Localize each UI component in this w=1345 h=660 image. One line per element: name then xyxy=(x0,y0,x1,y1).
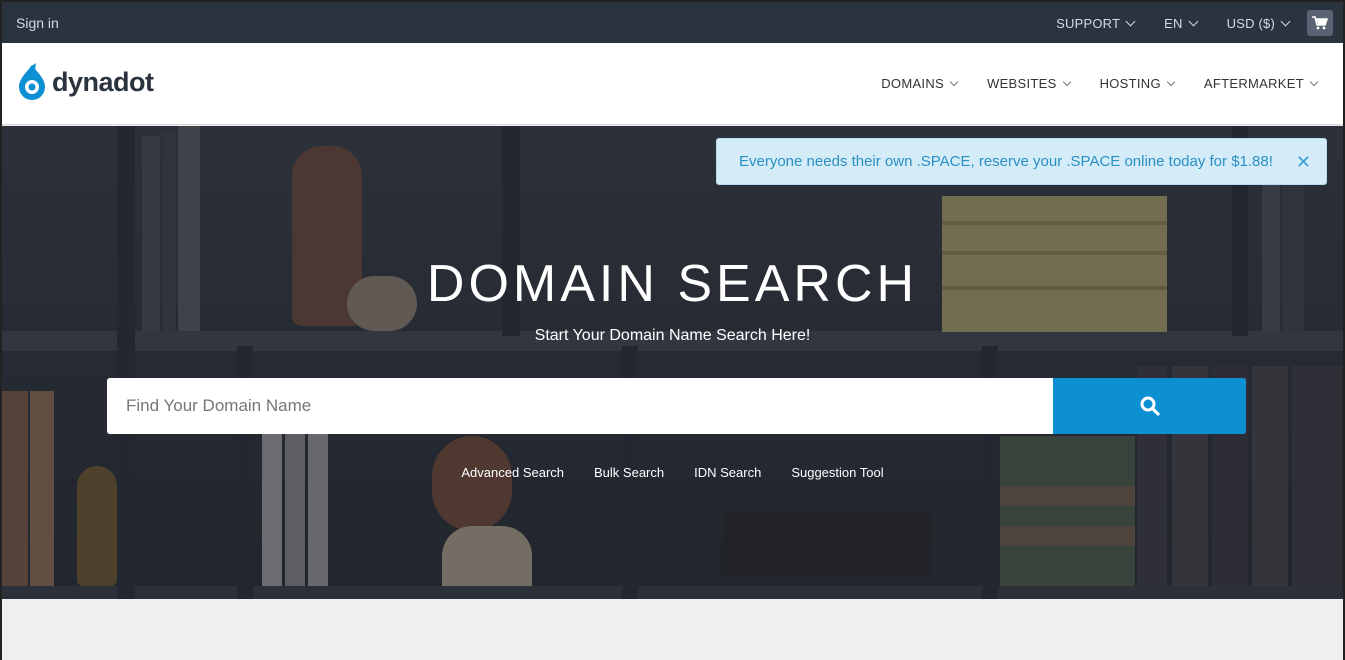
nav-item-label: DOMAINS xyxy=(881,76,944,91)
search-icon xyxy=(1140,396,1160,416)
nav-item-label: AFTERMARKET xyxy=(1203,76,1304,91)
hero-overlay xyxy=(2,126,1343,599)
currency-dropdown[interactable]: USD ($) xyxy=(1226,15,1291,31)
topbar-right-menu: SUPPORT EN USD ($) xyxy=(1026,10,1333,36)
nav-item-label: WEBSITES xyxy=(987,76,1057,91)
search-tools-links: Advanced Search Bulk Search IDN Search S… xyxy=(2,465,1343,480)
domain-search-bar xyxy=(107,378,1246,434)
hero-section: Everyone needs their own .SPACE, reserve… xyxy=(2,126,1343,599)
promo-alert-message: Everyone needs their own .SPACE, reserve… xyxy=(739,153,1273,170)
below-hero-area xyxy=(2,599,1343,660)
language-dropdown[interactable]: EN xyxy=(1164,15,1199,31)
brand-logo[interactable]: dynadot xyxy=(16,63,154,101)
nav-item-domains[interactable]: DOMAINS xyxy=(881,76,959,91)
nav-item-label: HOSTING xyxy=(1099,76,1161,91)
page: Sign in SUPPORT EN USD ($) dynadot DOMAI… xyxy=(0,0,1345,660)
idn-search-link[interactable]: IDN Search xyxy=(694,465,761,480)
close-icon[interactable]: ✕ xyxy=(1296,152,1311,173)
chevron-down-icon xyxy=(1188,16,1199,26)
sign-in-link[interactable]: Sign in xyxy=(16,15,59,31)
main-navbar: dynadot DOMAINS WEBSITES HOSTING AFTERMA… xyxy=(2,43,1343,125)
cart-button[interactable] xyxy=(1307,10,1333,36)
support-dropdown[interactable]: SUPPORT xyxy=(1056,15,1136,31)
chevron-down-icon xyxy=(949,77,959,86)
brand-name: dynadot xyxy=(52,66,154,97)
cart-icon xyxy=(1312,16,1328,30)
chevron-down-icon xyxy=(1280,16,1291,26)
advanced-search-link[interactable]: Advanced Search xyxy=(461,465,564,480)
currency-label: USD ($) xyxy=(1226,15,1275,31)
chevron-down-icon xyxy=(1309,77,1319,86)
dynadot-drop-logo-icon xyxy=(19,63,45,100)
nav-item-websites[interactable]: WEBSITES xyxy=(987,76,1071,91)
domain-search-input[interactable] xyxy=(107,378,1053,434)
primary-nav: DOMAINS WEBSITES HOSTING AFTERMARKET xyxy=(851,76,1319,91)
language-label: EN xyxy=(1164,15,1183,31)
top-utility-bar: Sign in SUPPORT EN USD ($) xyxy=(2,2,1343,43)
suggestion-tool-link[interactable]: Suggestion Tool xyxy=(791,465,883,480)
hero-title: DOMAIN SEARCH xyxy=(426,255,919,313)
chevron-down-icon xyxy=(1062,77,1071,86)
chevron-down-icon xyxy=(1166,77,1176,86)
bulk-search-link[interactable]: Bulk Search xyxy=(594,465,664,480)
chevron-down-icon xyxy=(1125,16,1136,26)
support-label: SUPPORT xyxy=(1056,15,1121,31)
promo-alert: Everyone needs their own .SPACE, reserve… xyxy=(716,138,1327,185)
nav-item-hosting[interactable]: HOSTING xyxy=(1099,76,1176,91)
nav-item-aftermarket[interactable]: AFTERMARKET xyxy=(1203,76,1319,91)
search-button[interactable] xyxy=(1053,378,1246,434)
hero-subtitle: Start Your Domain Name Search Here! xyxy=(534,327,811,344)
